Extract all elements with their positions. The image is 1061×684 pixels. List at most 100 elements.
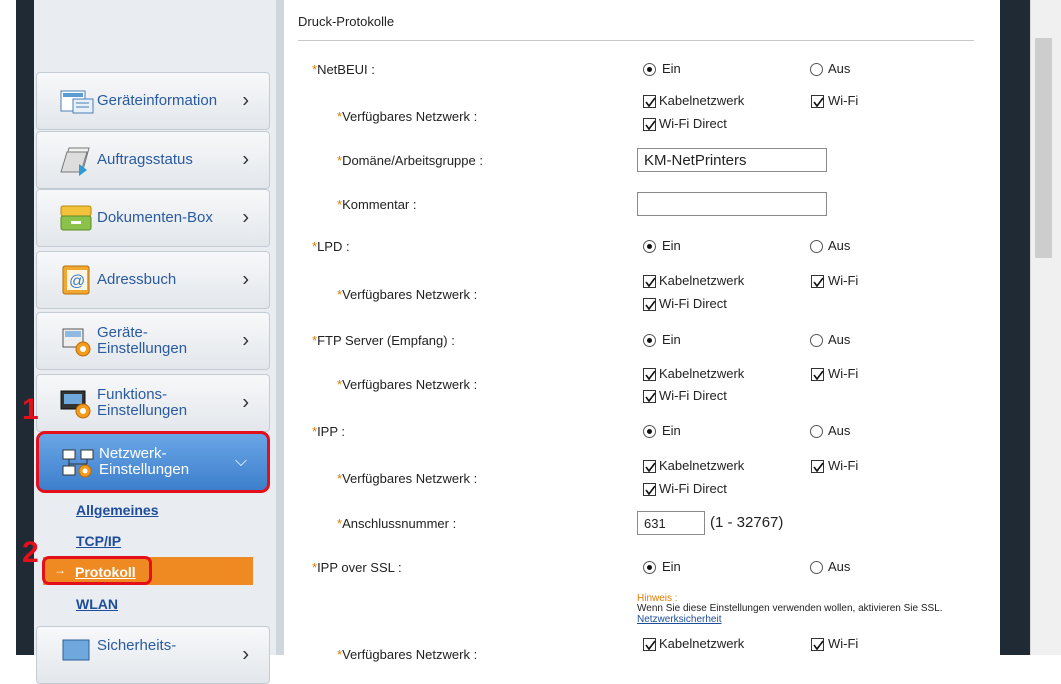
sidebar-item-function-settings[interactable]: Funktions- Einstellungen ›	[36, 374, 270, 432]
sidebar-item-document-box[interactable]: Dokumenten-Box ›	[36, 189, 270, 247]
sidebar-item-label: Auftragsstatus	[97, 151, 193, 168]
ipp-ssl-wifi-label: Wi-Fi	[828, 636, 859, 651]
netbeui-off-radio[interactable]	[810, 63, 823, 76]
hint-text: Wenn Sie diese Einstellungen verwenden w…	[637, 603, 943, 625]
ftp-on-label: Ein	[662, 332, 681, 347]
netbeui-wifi-checkbox[interactable]	[811, 95, 824, 108]
sidebar-item-address-book[interactable]: @ Adressbuch ›	[36, 251, 270, 309]
netbeui-network-label: *Verfügbares Netzwerk :	[337, 109, 478, 124]
ipp-ssl-on-label: Ein	[662, 559, 681, 574]
lpd-wired-label: Kabelnetzwerk	[659, 273, 745, 288]
sidebar-item-security-settings[interactable]: Sicherheits- ›	[36, 626, 270, 684]
ftp-off-radio[interactable]	[810, 334, 823, 347]
ipp-ssl-wired-checkbox[interactable]	[643, 638, 656, 651]
lpd-wifi-checkbox[interactable]	[811, 275, 824, 288]
ipp-ssl-label: *IPP over SSL :	[312, 560, 402, 575]
sidebar-item-label: Funktions- Einstellungen	[97, 386, 188, 419]
sidebar-item-label: Dokumenten-Box	[97, 209, 213, 226]
network-security-link[interactable]: Netzwerksicherheit	[637, 614, 721, 625]
ftp-on-radio[interactable]	[643, 334, 656, 347]
ipp-wifi-direct-checkbox[interactable]	[643, 483, 656, 496]
lpd-wifi-direct-checkbox[interactable]	[643, 298, 656, 311]
netbeui-on-radio[interactable]	[643, 63, 656, 76]
ftp-wifi-direct-label: Wi-Fi Direct	[659, 388, 727, 403]
ipp-ssl-wired-label: Kabelnetzwerk	[659, 636, 745, 651]
chevron-right-icon: ›	[242, 89, 249, 112]
netbeui-wifi-direct-checkbox[interactable]	[643, 118, 656, 131]
sidebar-subitem-protocol[interactable]: Protokoll	[75, 564, 136, 580]
chevron-right-icon: ›	[242, 206, 249, 229]
chevron-right-icon: ›	[242, 391, 249, 414]
lpd-wired-checkbox[interactable]	[643, 275, 656, 288]
netbeui-wired-label: Kabelnetzwerk	[659, 93, 745, 108]
ftp-wired-label: Kabelnetzwerk	[659, 366, 745, 381]
sidebar-item-label: Geräte- Einstellungen	[97, 324, 188, 357]
function-settings-icon	[59, 387, 93, 419]
lpd-on-label: Ein	[662, 238, 681, 253]
ipp-ssl-off-radio[interactable]	[810, 561, 823, 574]
device-info-icon	[59, 85, 94, 117]
lpd-off-label: Aus	[828, 238, 851, 253]
sidebar-subitem-general[interactable]: Allgemeines	[76, 502, 158, 518]
svg-text:@: @	[69, 273, 85, 290]
ipp-network-label: *Verfügbares Netzwerk :	[337, 471, 478, 486]
network-settings-icon	[61, 446, 95, 478]
address-book-icon: @	[59, 264, 93, 296]
lpd-network-label: *Verfügbares Netzwerk :	[337, 287, 478, 302]
chevron-right-icon: ›	[242, 643, 249, 666]
ipp-ssl-wifi-checkbox[interactable]	[811, 638, 824, 651]
lpd-on-radio[interactable]	[643, 240, 656, 253]
ipp-wifi-checkbox[interactable]	[811, 460, 824, 473]
netbeui-off-label: Aus	[828, 61, 851, 76]
ipp-wifi-direct-label: Wi-Fi Direct	[659, 481, 727, 496]
left-gutter	[0, 0, 16, 655]
port-number-label: *Anschlussnummer :	[337, 516, 457, 531]
section-divider	[298, 40, 974, 41]
netbeui-wifi-direct-label: Wi-Fi Direct	[659, 116, 727, 131]
step-marker-1: 1	[22, 393, 39, 426]
chevron-right-icon: ›	[242, 268, 249, 291]
scrollbar-thumb[interactable]	[1035, 38, 1052, 258]
section-title: Druck-Protokolle	[298, 14, 395, 29]
lpd-off-radio[interactable]	[810, 240, 823, 253]
ipp-wired-checkbox[interactable]	[643, 460, 656, 473]
ftp-wifi-direct-checkbox[interactable]	[643, 390, 656, 403]
lpd-wifi-direct-label: Wi-Fi Direct	[659, 296, 727, 311]
sidebar-item-job-status[interactable]: Auftragsstatus ›	[36, 131, 270, 189]
ipp-off-radio[interactable]	[810, 425, 823, 438]
ipp-on-radio[interactable]	[643, 425, 656, 438]
device-settings-icon	[59, 325, 93, 357]
port-range-label: (1 - 32767)	[710, 514, 784, 531]
netbeui-wired-checkbox[interactable]	[643, 95, 656, 108]
netbeui-wifi-label: Wi-Fi	[828, 93, 859, 108]
step-marker-2: 2	[22, 536, 39, 569]
sidebar-item-device-settings[interactable]: Geräte- Einstellungen ›	[36, 312, 270, 370]
ftp-off-label: Aus	[828, 332, 851, 347]
netbeui-label: *NetBEUI :	[312, 62, 375, 77]
sidebar-item-label: Geräteinformation	[97, 92, 218, 109]
ftp-wifi-checkbox[interactable]	[811, 368, 824, 381]
domain-label: *Domäne/Arbeitsgruppe :	[337, 153, 483, 168]
ipp-on-label: Ein	[662, 423, 681, 438]
sidebar-item-network-settings[interactable]: Netzwerk- Einstellungen ⌵	[36, 431, 270, 493]
ipp-ssl-on-radio[interactable]	[643, 561, 656, 574]
ftp-network-label: *Verfügbares Netzwerk :	[337, 377, 478, 392]
ftp-wifi-label: Wi-Fi	[828, 366, 859, 381]
comment-input[interactable]	[637, 192, 827, 216]
ipp-ssl-off-label: Aus	[828, 559, 851, 574]
sidebar-separator	[276, 0, 284, 655]
sidebar-item-device-info[interactable]: Geräteinformation ›	[36, 72, 270, 130]
sidebar-item-label: Adressbuch	[97, 271, 177, 288]
job-status-icon	[59, 144, 93, 176]
ftp-wired-checkbox[interactable]	[643, 368, 656, 381]
sidebar-subitem-tcpip[interactable]: TCP/IP	[76, 533, 121, 549]
ipp-off-label: Aus	[828, 423, 851, 438]
domain-input[interactable]	[637, 148, 827, 172]
lpd-wifi-label: Wi-Fi	[828, 273, 859, 288]
chevron-right-icon: ›	[242, 329, 249, 352]
lpd-label: *LPD :	[312, 239, 350, 254]
ipp-label: *IPP :	[312, 424, 346, 439]
port-number-input[interactable]	[637, 511, 705, 535]
document-box-icon	[59, 202, 93, 234]
sidebar-subitem-wlan[interactable]: WLAN	[76, 596, 118, 612]
